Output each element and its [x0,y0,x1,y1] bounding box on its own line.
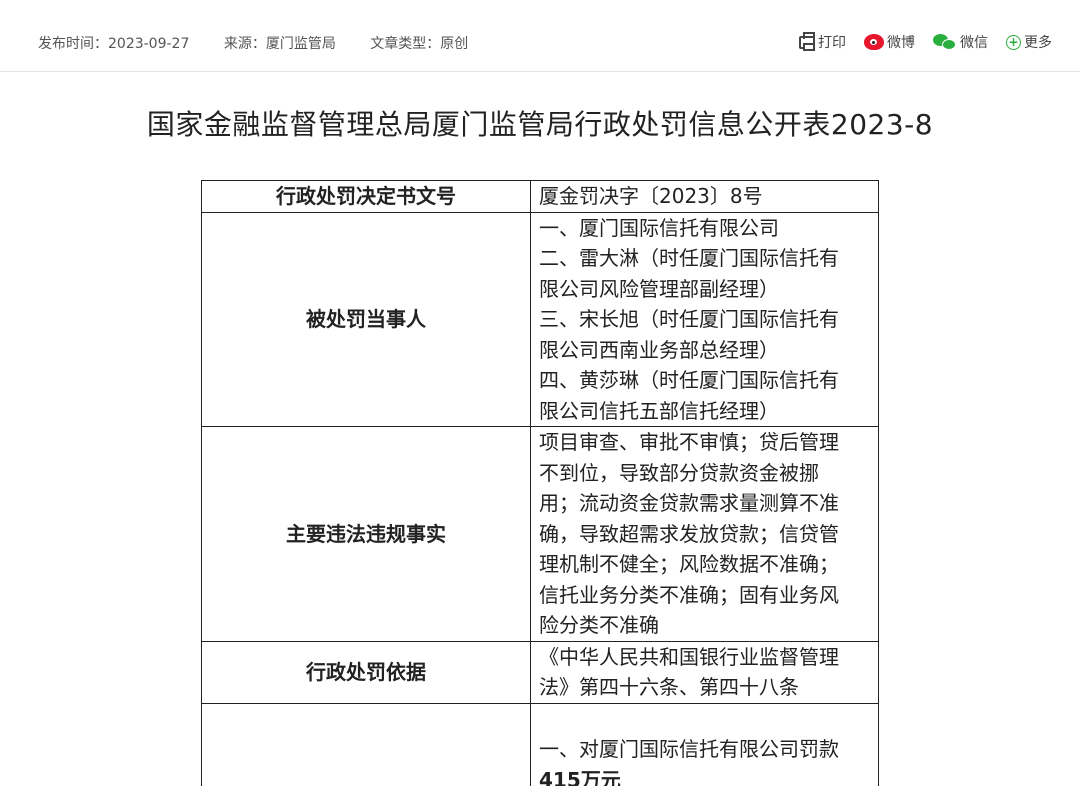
table-row: 行政处罚依据 《中华人民共和国银行业监督管理 法》第四十六条、第四十八条 [201,640,879,704]
value-line: 信托业务分类不准确；固有业务风 [539,582,839,607]
value-line: 二、雷大淋（时任厦门国际信托有 [539,246,839,270]
printer-icon [799,31,815,51]
wechat-label: 微信 [960,35,988,51]
value-line: 不到位，导致部分贷款资金被挪 [539,460,819,485]
print-label: 打印 [818,35,846,51]
print-button[interactable]: 打印 [799,31,846,52]
page-title: 国家金融监督管理总局厦门监管局行政处罚信息公开表2023-8 [146,108,934,141]
article-type: 文章类型：原创 [370,36,469,52]
row-label-parties: 被处罚当事人 [201,211,531,427]
table-row: 一、对厦门国际信托有限公司罚款 415万元 [201,702,879,786]
table-row: 被处罚当事人 一、厦门国际信托有限公司 二、雷大淋（时任厦门国际信托有 限公司风… [201,211,879,427]
share-wechat-button[interactable]: 微信 [933,32,988,52]
fine-amount: 415万元 [539,767,621,786]
value-line: 项目审查、审批不审慎；贷后管理 [539,430,839,454]
row-value-parties: 一、厦门国际信托有限公司 二、雷大淋（时任厦门国际信托有 限公司风险管理部副经理… [530,211,879,427]
value-line: 四、黄莎琳（时任厦门国际信托有 [539,368,839,392]
value-line: 理机制不健全；风险数据不准确； [539,552,839,576]
value-line: 险分类不准确 [539,613,659,637]
penalty-info-table: 行政处罚决定书文号 厦金罚决字〔2023〕8号 被处罚当事人 一、厦门国际信托有… [201,180,879,786]
share-weibo-button[interactable]: 微博 [864,32,915,52]
plus-circle-icon: + [1006,34,1021,50]
row-label-decision-number: 行政处罚决定书文号 [201,180,531,213]
article-meta: 发布时间：2023-09-27 来源：厦门监管局 文章类型：原创 [38,33,498,53]
weibo-icon [864,34,884,50]
value-line: 用；流动资金贷款需求量测算不准 [539,491,839,515]
value-line: 限公司西南业务部总经理） [539,337,779,362]
row-value-violations: 项目审查、审批不审慎；贷后管理 不到位，导致部分贷款资金被挪 用；流动资金贷款需… [530,426,879,642]
value-line: 《中华人民共和国银行业监督管理 [539,644,839,669]
article-source: 来源：厦门监管局 [223,36,336,52]
article-meta-bar: 发布时间：2023-09-27 来源：厦门监管局 文章类型：原创 打印 微博 微… [0,0,1080,72]
table-row: 主要违法违规事实 项目审查、审批不审慎；贷后管理 不到位，导致部分贷款资金被挪 … [201,426,879,642]
row-value-penalty-decision: 一、对厦门国际信托有限公司罚款 415万元 [530,702,879,786]
value-line: 限公司风险管理部副经理） [539,276,779,301]
row-label-violations: 主要违法违规事实 [201,426,531,642]
row-value-legal-basis: 《中华人民共和国银行业监督管理 法》第四十六条、第四十八条 [530,640,879,704]
value-line: 三、宋长旭（时任厦门国际信托有 [539,307,839,331]
value-line [539,704,870,735]
share-toolbar: 打印 微博 微信 + 更多 [799,31,1052,52]
weibo-label: 微博 [887,35,915,51]
wechat-icon [933,34,957,50]
row-value-decision-number: 厦金罚决字〔2023〕8号 [530,180,879,213]
table-row: 行政处罚决定书文号 厦金罚决字〔2023〕8号 [201,180,879,213]
value-line: 厦金罚决字〔2023〕8号 [539,184,763,208]
value-line: 一、厦门国际信托有限公司 [539,215,779,240]
more-label: 更多 [1024,35,1052,51]
row-label-legal-basis: 行政处罚依据 [201,640,531,704]
row-label-penalty-decision [201,702,531,786]
value-line: 确，导致超需求发放贷款；信贷管 [539,521,839,546]
value-line: 法》第四十六条、第四十八条 [539,675,799,699]
publish-time: 发布时间：2023-09-27 [38,36,190,52]
value-line: 限公司信托五部信托经理） [539,398,779,423]
share-more-button[interactable]: + 更多 [1006,32,1052,52]
value-line: 一、对厦门国际信托有限公司罚款 [539,737,839,761]
